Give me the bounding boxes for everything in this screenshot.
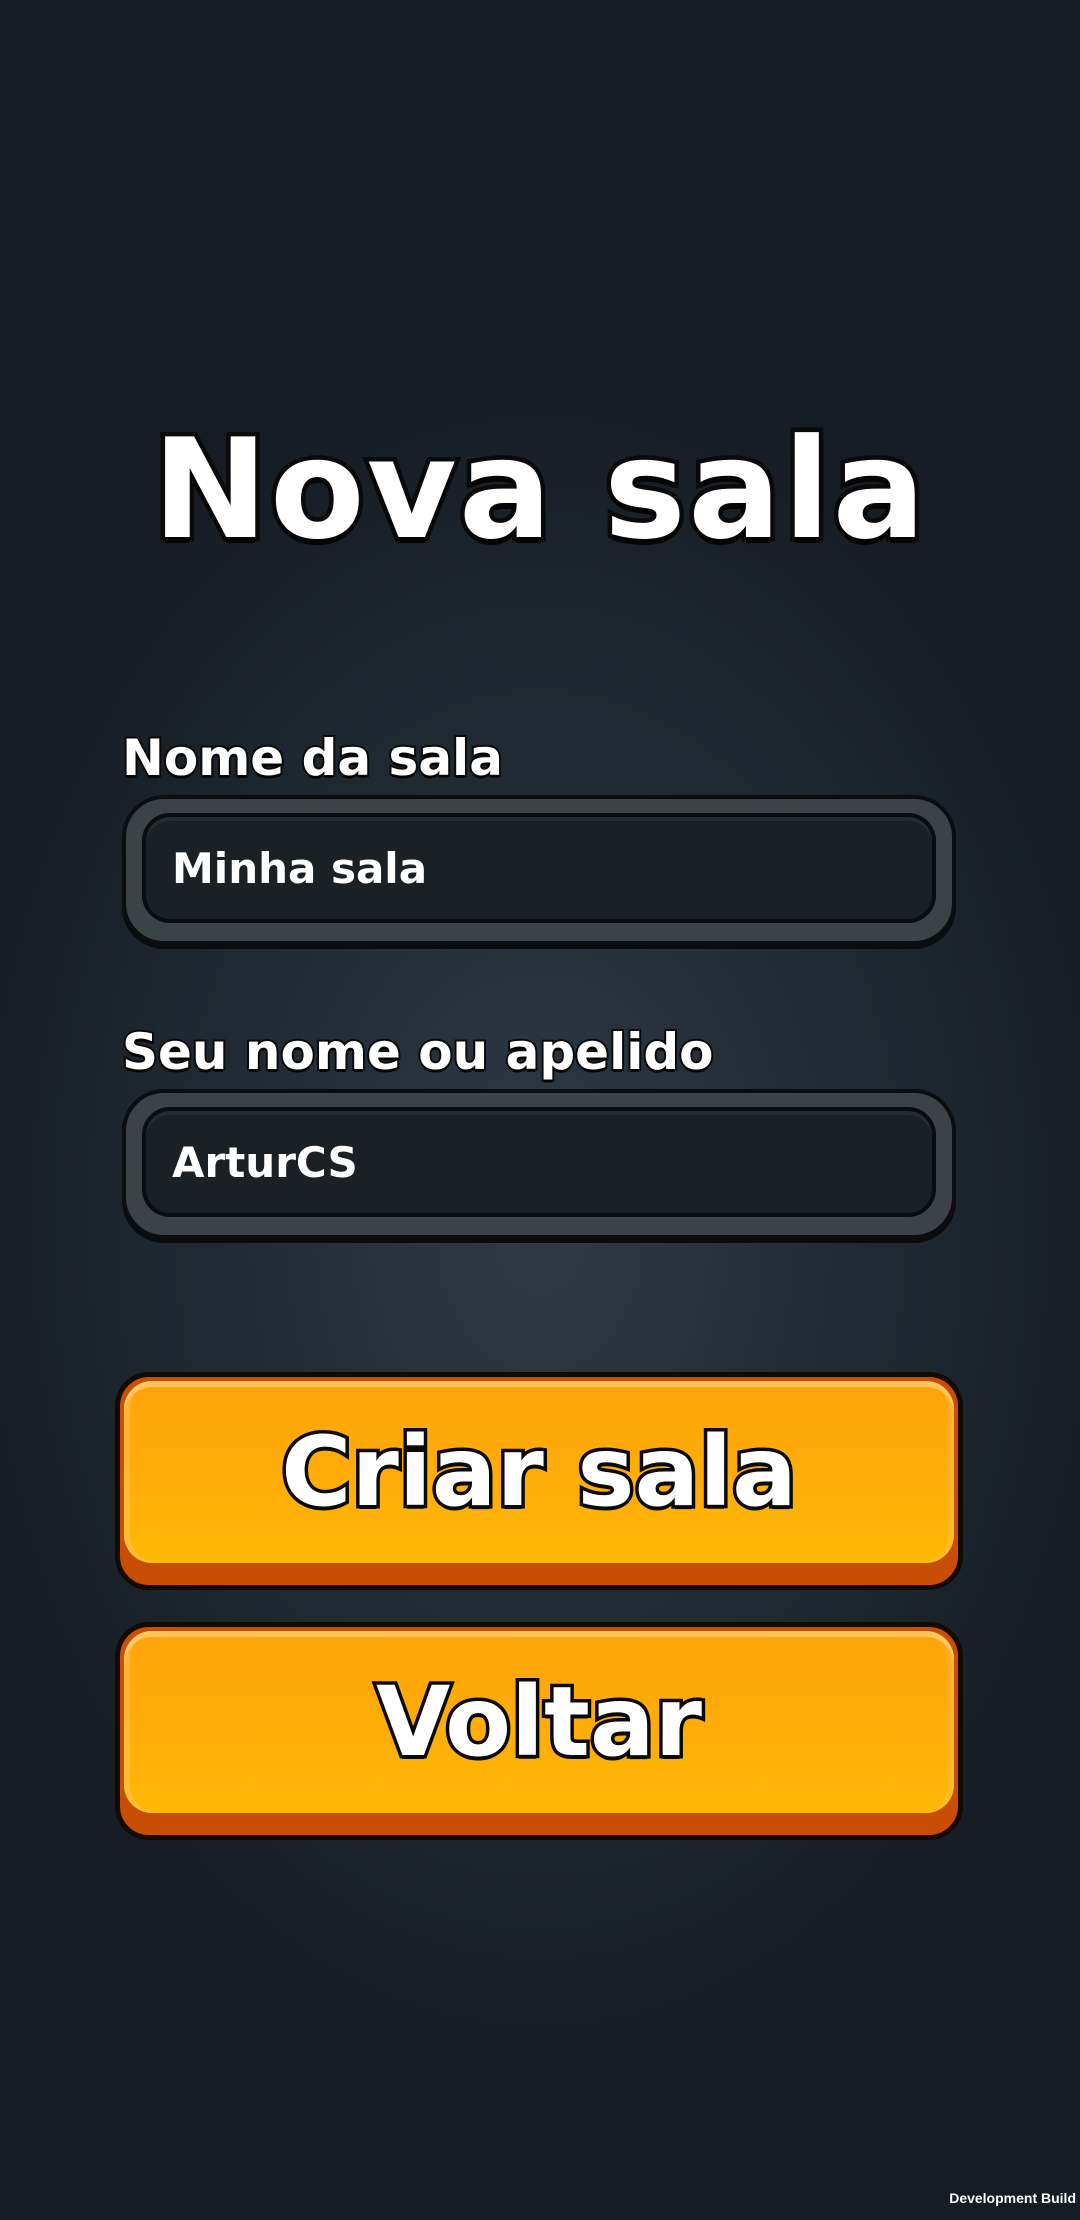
back-button-label: Voltar bbox=[373, 1664, 706, 1781]
create-room-button-label: Criar sala bbox=[278, 1414, 801, 1531]
room-name-label: Nome da sala bbox=[120, 727, 505, 789]
room-name-input[interactable] bbox=[142, 813, 936, 923]
nickname-label: Seu nome ou apelido bbox=[120, 1021, 716, 1083]
nickname-input[interactable] bbox=[142, 1107, 936, 1217]
page-title: Nova sala bbox=[148, 405, 930, 574]
room-name-field-frame bbox=[122, 795, 956, 945]
new-room-screen: Nova sala Nome da sala Seu nome ou apeli… bbox=[0, 0, 1080, 2220]
create-room-button[interactable]: Criar sala bbox=[115, 1372, 963, 1590]
nickname-field-frame bbox=[122, 1089, 956, 1239]
back-button[interactable]: Voltar bbox=[115, 1622, 963, 1840]
development-build-label: Development Build bbox=[949, 2190, 1076, 2206]
